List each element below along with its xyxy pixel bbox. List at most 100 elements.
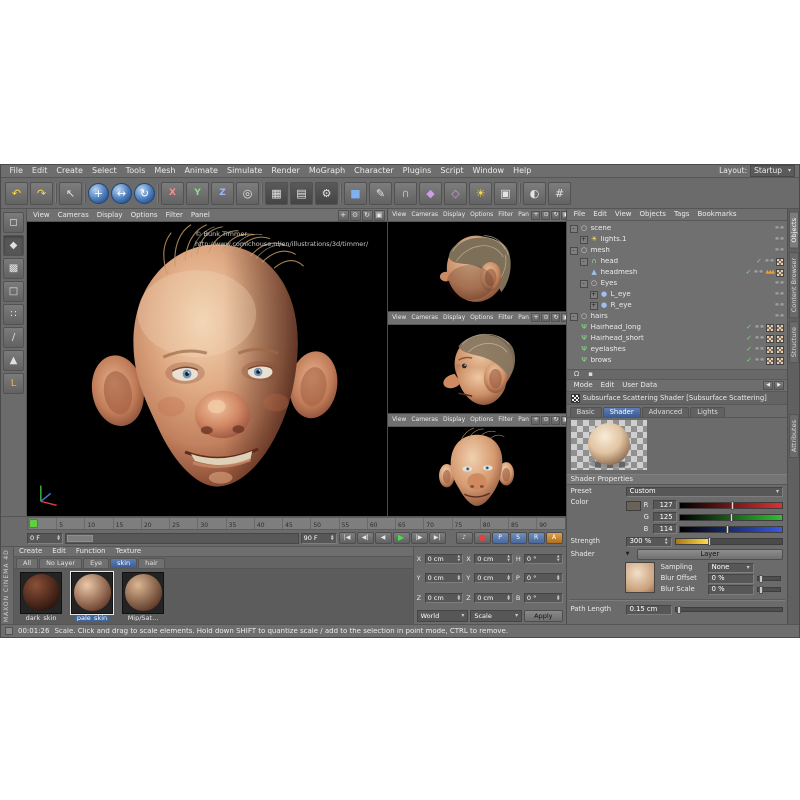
enabled-check-icon[interactable]: ✓ (746, 357, 752, 364)
channel-slider[interactable] (679, 514, 783, 521)
visibility-dots[interactable] (774, 280, 784, 287)
material-menu-item[interactable]: Create (14, 548, 47, 555)
visibility-dots[interactable] (754, 357, 764, 364)
visibility-dots[interactable] (774, 313, 784, 320)
spinner-icon[interactable]: ▲▼ (507, 575, 510, 582)
visibility-dots[interactable] (774, 247, 784, 254)
viewport-menu-item[interactable]: Display (441, 315, 468, 321)
path-length-slider[interactable] (675, 607, 783, 612)
pan-view-icon[interactable]: + (531, 416, 540, 425)
pan-view-icon[interactable]: + (338, 210, 349, 221)
channel-slider[interactable] (679, 526, 783, 533)
rotate-view-icon[interactable]: ↻ (551, 211, 560, 220)
previous-key-button[interactable]: ◀| (357, 532, 374, 544)
coordinate-input[interactable]: 0 cm▲▼ (425, 554, 464, 564)
zoom-view-icon[interactable]: ⊙ (350, 210, 361, 221)
visibility-dots[interactable] (753, 269, 763, 276)
tab-lights[interactable]: Lights (690, 407, 725, 417)
blur-scale-field[interactable]: 0 % (708, 585, 754, 595)
history-back-icon[interactable]: ◀ (763, 381, 773, 390)
x-axis-lock-button[interactable]: X (161, 182, 184, 205)
spinner-icon[interactable]: ▲▼ (458, 555, 461, 562)
render-view-icon[interactable]: ▦ (265, 182, 288, 205)
texture-tag[interactable] (776, 258, 784, 266)
attributes-menu-item[interactable]: Mode (570, 382, 597, 389)
coordinate-input[interactable]: 0 °▲▼ (524, 573, 563, 583)
spinner-icon[interactable]: ▲▼ (331, 535, 334, 542)
object-name[interactable]: L_eye (611, 291, 774, 298)
object-row[interactable]: Ψ brows ✓ (567, 355, 787, 366)
render-settings-icon[interactable]: ⚙ (315, 182, 338, 205)
expander-icon[interactable]: + (590, 302, 598, 310)
object-name[interactable]: Hairhead_long (591, 324, 747, 331)
viewport-menu-item[interactable]: Options (468, 315, 496, 321)
texture-tag[interactable] (766, 335, 774, 343)
display-mode-icon[interactable]: ◐ (523, 182, 546, 205)
coordinate-input[interactable]: 0 °▲▼ (524, 593, 563, 603)
add-scene-icon[interactable]: ☀ (469, 182, 492, 205)
shader-expand-icon[interactable]: ▼ (626, 552, 634, 557)
spinner-icon[interactable]: ▲▼ (57, 535, 60, 542)
texture-mode-icon[interactable]: ▩ (3, 258, 24, 279)
viewport-menu-item[interactable]: Cameras (54, 212, 93, 219)
material-thumbnail[interactable] (71, 572, 113, 614)
layer-tab-skin[interactable]: skin (110, 558, 137, 568)
strength-field[interactable]: 300 % ▲▼ (626, 537, 672, 547)
next-key-button[interactable]: |▶ (411, 532, 428, 544)
viewport-canvas-perspective[interactable]: © Bunk Timmer, http://www.comichouse.nl/… (27, 222, 387, 516)
material-menu-item[interactable]: Edit (47, 548, 71, 555)
menubar-item[interactable]: Create (52, 167, 88, 175)
magnet-icon[interactable]: Ω (572, 371, 582, 378)
apply-button[interactable]: Apply (524, 610, 562, 622)
autokey-toggle[interactable]: A (546, 532, 563, 544)
viewport-menu-item[interactable]: View (390, 315, 409, 321)
coordinate-input[interactable]: 0 cm▲▼ (474, 573, 513, 583)
snapping-icon[interactable]: # (548, 182, 571, 205)
make-editable-icon[interactable]: ◻ (3, 212, 24, 233)
expander-icon[interactable]: + (580, 236, 588, 244)
layer-tab-eye[interactable]: Eye (83, 558, 109, 568)
menubar-item[interactable]: Tools (121, 167, 150, 175)
menubar-item[interactable]: Edit (27, 167, 52, 175)
menubar-item[interactable]: Animate (180, 167, 223, 175)
lock-icon[interactable]: ▪ (586, 371, 596, 378)
shader-layer-button[interactable]: Layer (637, 549, 783, 560)
object-row[interactable]: + ☀ lights.1 ✓ (567, 234, 787, 245)
axis-mode-icon[interactable]: L (3, 373, 24, 394)
spinner-icon[interactable]: ▲▼ (458, 595, 461, 602)
menubar-item[interactable]: Window (468, 167, 509, 175)
timeline-scrollbar-handle[interactable] (67, 535, 93, 542)
tab-objects[interactable]: Objects (789, 212, 799, 249)
object-name[interactable]: mesh (591, 247, 774, 254)
object-row[interactable]: Ψ Hairhead_short ✓ (567, 333, 787, 344)
color-swatch[interactable] (626, 501, 641, 511)
viewport-canvas-front[interactable] (388, 427, 566, 516)
object-row[interactable]: + ● R_eye ✓ (567, 300, 787, 311)
add-deformer-icon[interactable]: ◇ (444, 182, 467, 205)
expander-icon[interactable]: - (580, 258, 588, 266)
menubar-item[interactable]: MoGraph (304, 167, 349, 175)
zoom-view-icon[interactable]: ⊙ (541, 416, 550, 425)
blur-offset-field[interactable]: 0 % (708, 574, 754, 584)
object-name[interactable]: head (601, 258, 757, 265)
record-scale-toggle[interactable]: S (510, 532, 527, 544)
viewport-menu-item[interactable]: Filter (496, 212, 516, 218)
material-name[interactable]: pale_skin (75, 615, 109, 622)
viewport-canvas-back[interactable] (388, 222, 566, 311)
model-mode-icon[interactable]: ◆ (3, 235, 24, 256)
goto-start-button[interactable]: |◀ (339, 532, 356, 544)
pan-view-icon[interactable]: + (531, 211, 540, 220)
expander-icon[interactable]: - (570, 225, 578, 233)
visibility-dots[interactable] (774, 291, 784, 298)
expander-icon[interactable]: - (570, 247, 578, 255)
viewport-menu-item[interactable]: Options (468, 417, 496, 423)
add-modeling-icon[interactable]: ◆ (419, 182, 442, 205)
enabled-check-icon[interactable]: ✓ (746, 335, 752, 342)
texture-tag[interactable] (776, 346, 784, 354)
viewport-menu-item[interactable]: Display (441, 212, 468, 218)
visibility-dots[interactable] (754, 346, 764, 353)
viewport-menu-item[interactable]: Options (468, 212, 496, 218)
zoom-view-icon[interactable]: ⊙ (541, 313, 550, 322)
objects-menu-item[interactable]: File (570, 211, 590, 218)
coordinate-input[interactable]: 0 cm▲▼ (474, 554, 513, 564)
